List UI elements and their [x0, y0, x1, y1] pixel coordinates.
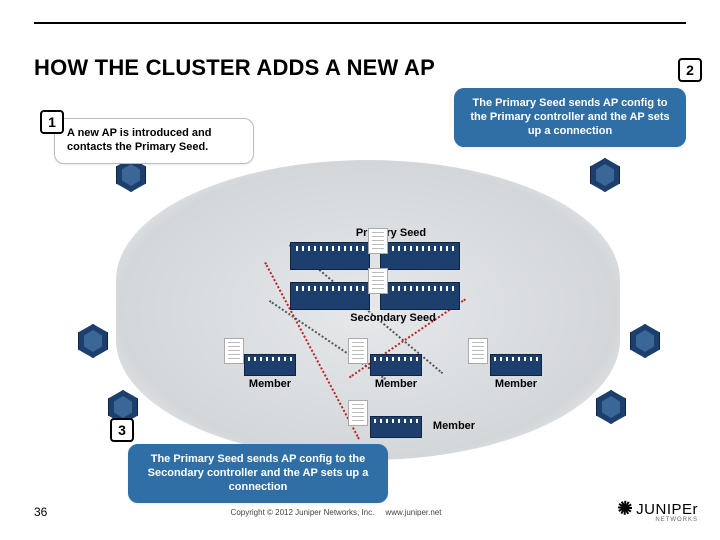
page-title: HOW THE CLUSTER ADDS A NEW AP	[34, 55, 435, 81]
slide-number: 36	[34, 505, 74, 519]
config-doc-icon	[468, 338, 488, 364]
primary-seed-label: Primary Seed	[346, 227, 436, 239]
member-controller	[370, 354, 422, 376]
step-badge-3: 3	[110, 418, 134, 442]
secondary-seed-controller	[290, 282, 370, 310]
step-badge-1: 1	[40, 110, 64, 134]
footer: 36 Copyright © 2012 Juniper Networks, In…	[0, 498, 720, 526]
ap-icon	[590, 158, 620, 192]
member-label: Member	[414, 420, 494, 432]
ap-icon	[630, 324, 660, 358]
secondary-seed-controller	[380, 282, 460, 310]
config-doc-icon	[368, 268, 388, 294]
member-label: Member	[230, 378, 310, 390]
member-label: Member	[476, 378, 556, 390]
member-controller	[244, 354, 296, 376]
primary-seed-controller	[290, 242, 370, 270]
brand-subtitle: NETWORKS	[616, 517, 698, 523]
secondary-seed-label: Secondary Seed	[338, 312, 448, 324]
callout-step-2: The Primary Seed sends AP config to the …	[454, 88, 686, 147]
copyright-text: Copyright © 2012 Juniper Networks, Inc.	[231, 508, 375, 517]
callout-step-3: The Primary Seed sends AP config to the …	[128, 444, 388, 503]
config-doc-icon	[348, 338, 368, 364]
brand-logo: JUNIPEr NETWORKS	[598, 498, 698, 526]
config-doc-icon	[224, 338, 244, 364]
callout-step-1: A new AP is introduced and contacts the …	[54, 118, 254, 164]
ap-icon	[78, 324, 108, 358]
primary-seed-controller	[380, 242, 460, 270]
member-label: Member	[356, 378, 436, 390]
step-badge-2: 2	[678, 58, 702, 82]
footer-url: www.juniper.net	[385, 508, 441, 517]
config-doc-icon	[348, 400, 368, 426]
config-doc-icon	[368, 228, 388, 254]
top-rule	[34, 22, 686, 24]
copyright: Copyright © 2012 Juniper Networks, Inc. …	[74, 508, 598, 517]
brand-name: JUNIPEr	[636, 501, 698, 518]
ap-icon	[596, 390, 626, 424]
logo-burst-icon	[616, 498, 634, 516]
member-controller	[490, 354, 542, 376]
